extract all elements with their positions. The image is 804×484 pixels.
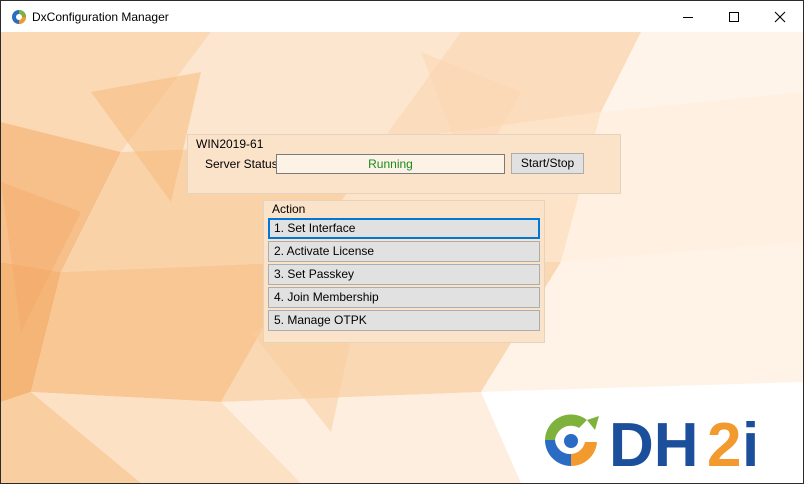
dxconfig-app-icon <box>12 10 26 24</box>
start-stop-button[interactable]: Start/Stop <box>511 153 584 174</box>
logo-text-i: i <box>742 411 759 472</box>
action-group: Action 1. Set Interface 2. Activate Lice… <box>263 200 545 343</box>
activate-license-button[interactable]: 2. Activate License <box>268 241 540 262</box>
set-passkey-button[interactable]: 3. Set Passkey <box>268 264 540 285</box>
manage-otpk-button[interactable]: 5. Manage OTPK <box>268 310 540 331</box>
logo-text-dh: DH <box>609 411 699 472</box>
join-membership-button[interactable]: 4. Join Membership <box>268 287 540 308</box>
server-status-field: Running <box>276 154 505 174</box>
maximize-icon <box>729 11 739 22</box>
dh2i-logo: DH 2 i <box>545 411 759 472</box>
action-group-title: Action <box>272 202 306 216</box>
window-title: DxConfiguration Manager <box>32 10 169 24</box>
set-interface-button[interactable]: 1. Set Interface <box>268 218 540 239</box>
maximize-button[interactable] <box>711 1 757 32</box>
close-icon <box>774 11 786 22</box>
logo-text-2: 2 <box>707 411 741 472</box>
close-button[interactable] <box>757 1 803 32</box>
minimize-icon <box>683 16 693 18</box>
server-name: WIN2019-61 <box>196 137 264 151</box>
client-area: WIN2019-61 Server Status: Running Start/… <box>1 32 803 483</box>
minimize-button[interactable] <box>665 1 711 32</box>
app-window: DxConfiguration Manager WIN2019-61 Serve… <box>0 0 804 484</box>
server-group: WIN2019-61 Server Status: Running Start/… <box>187 134 621 194</box>
server-status-label: Server Status: <box>205 157 282 171</box>
title-bar[interactable]: DxConfiguration Manager <box>1 1 803 32</box>
